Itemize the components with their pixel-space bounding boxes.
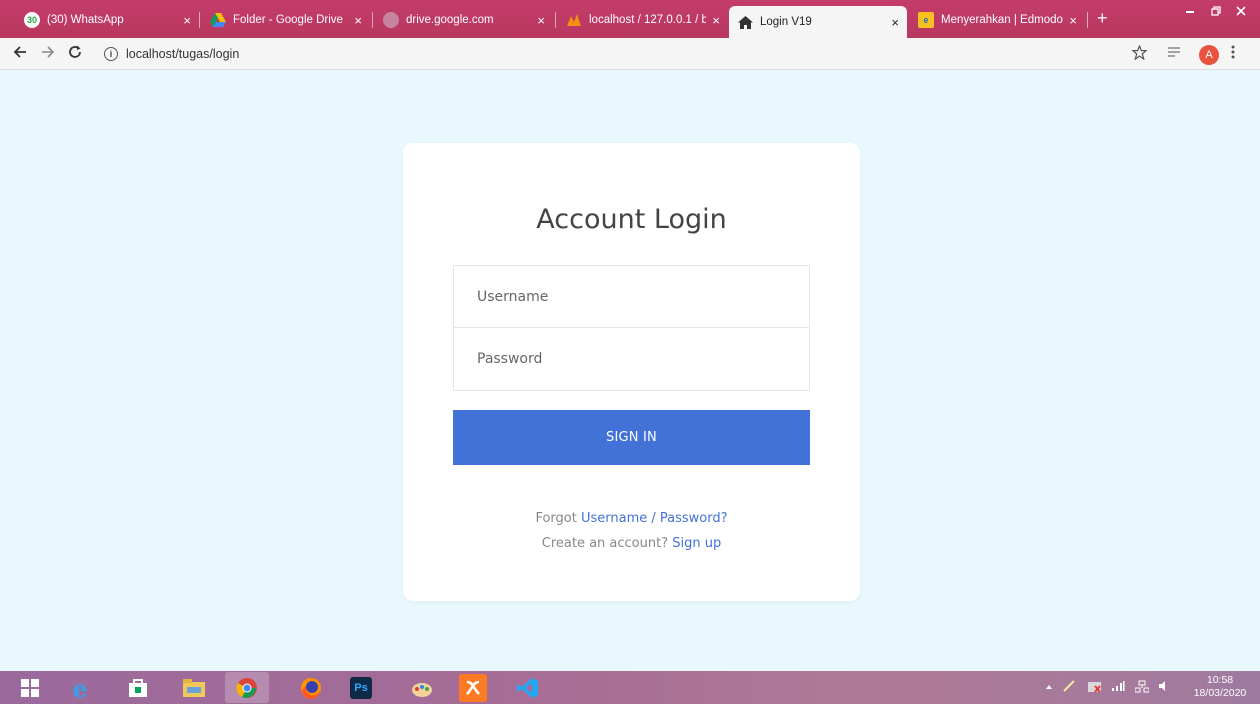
store-icon[interactable] (124, 674, 152, 702)
profile-avatar[interactable]: A (1199, 45, 1219, 65)
tab-divider (555, 12, 556, 28)
vscode-icon[interactable] (514, 674, 542, 702)
minimize-icon[interactable] (1185, 4, 1195, 19)
forgot-password-link[interactable]: Username / Password? (581, 511, 728, 526)
clock-time: 10:58 (1206, 674, 1234, 686)
close-icon[interactable]: × (354, 13, 362, 28)
tab-login-v19[interactable]: Login V19 × (729, 6, 907, 38)
login-card: Account Login SIGN IN Forgot Username / … (403, 143, 860, 601)
restore-icon[interactable] (1211, 4, 1221, 19)
tab-title: Folder - Google Drive (233, 14, 343, 26)
clock-date: 18/03/2020 (1193, 687, 1247, 699)
new-tab-button[interactable]: + (1097, 8, 1108, 29)
signup-line: Create an account? Sign up (403, 536, 860, 551)
back-icon[interactable] (12, 44, 28, 65)
home-icon (737, 14, 753, 30)
tab-strip: 30 (30) WhatsApp × Folder - Google Drive… (0, 0, 1260, 38)
tab-edmodo[interactable]: e Menyerahkan | Edmodo × (910, 6, 1085, 34)
xampp-icon[interactable] (459, 674, 487, 702)
tab-title: localhost / 127.0.0.1 / be (589, 14, 707, 26)
page-title: Account Login (536, 204, 727, 235)
tab-divider (372, 12, 373, 28)
edmodo-icon: e (918, 12, 934, 28)
tab-phpmyadmin[interactable]: localhost / 127.0.0.1 / be × (558, 6, 728, 34)
google-drive-icon (210, 12, 226, 28)
create-account-prefix: Create an account? (541, 536, 669, 551)
firefox-icon[interactable] (297, 674, 325, 702)
reload-icon[interactable] (67, 44, 83, 65)
taskbar: e Ps (0, 671, 1260, 704)
tray-overflow-icon[interactable] (1045, 680, 1053, 694)
close-icon[interactable]: × (537, 13, 545, 28)
tab-title: (30) WhatsApp (47, 14, 124, 26)
tab-google-drive[interactable]: Folder - Google Drive × (202, 6, 370, 34)
close-icon[interactable]: × (891, 15, 899, 30)
close-icon[interactable]: × (183, 13, 191, 28)
network-icon[interactable] (1134, 680, 1150, 696)
photoshop-icon[interactable]: Ps (350, 677, 372, 699)
pen-icon[interactable] (1063, 680, 1075, 695)
address-bar[interactable]: i localhost/tugas/login (104, 43, 1124, 65)
file-explorer-icon[interactable] (180, 674, 208, 702)
menu-icon[interactable] (1231, 45, 1235, 63)
tab-divider (1087, 12, 1088, 28)
bookmark-star-icon[interactable] (1131, 44, 1148, 64)
action-center-icon[interactable] (1087, 680, 1103, 697)
info-icon[interactable]: i (104, 47, 118, 61)
globe-icon (383, 12, 399, 28)
reading-list-icon[interactable] (1167, 45, 1181, 63)
whatsapp-icon: 30 (24, 12, 40, 28)
browser-toolbar: i localhost/tugas/login (0, 38, 1260, 70)
username-field[interactable] (454, 266, 809, 327)
password-field-wrapper (453, 328, 810, 391)
tab-title: drive.google.com (406, 14, 494, 26)
paint-icon[interactable] (408, 674, 436, 702)
phpmyadmin-icon (566, 12, 582, 28)
close-icon[interactable]: × (1069, 13, 1077, 28)
close-icon[interactable]: × (712, 13, 720, 28)
password-field[interactable] (454, 328, 809, 390)
tab-title: Menyerahkan | Edmodo (941, 14, 1063, 26)
start-icon[interactable] (16, 674, 44, 702)
sign-in-button[interactable]: SIGN IN (453, 410, 810, 465)
signal-icon[interactable] (1111, 680, 1125, 695)
url-text: localhost/tugas/login (126, 47, 240, 61)
tab-divider (199, 12, 200, 28)
chrome-icon[interactable] (225, 672, 269, 703)
taskbar-clock[interactable]: 10:58 18/03/2020 (1188, 674, 1252, 700)
forgot-line: Forgot Username / Password? (403, 511, 860, 526)
sign-up-link[interactable]: Sign up (672, 536, 721, 551)
forward-icon[interactable] (40, 44, 56, 65)
close-window-icon[interactable] (1236, 4, 1246, 19)
internet-explorer-icon[interactable]: e (66, 674, 94, 703)
tab-whatsapp[interactable]: 30 (30) WhatsApp × (16, 6, 199, 34)
tab-drive-google-com[interactable]: drive.google.com × (375, 6, 553, 34)
tab-title: Login V19 (760, 16, 812, 28)
forgot-prefix: Forgot (535, 511, 577, 526)
volume-icon[interactable] (1158, 680, 1170, 695)
username-field-wrapper (453, 265, 810, 328)
